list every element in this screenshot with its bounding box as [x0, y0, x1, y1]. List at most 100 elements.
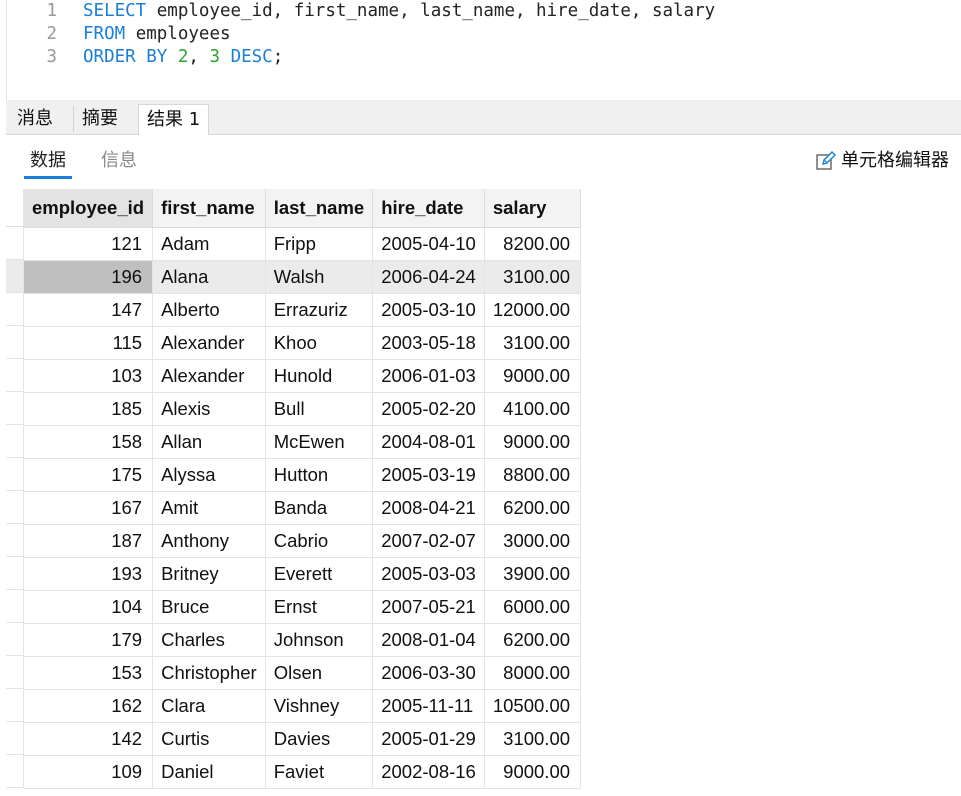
table-row[interactable]: 193 Britney Everett 2005-03-03 3900.00 [24, 557, 582, 591]
cell-employee-id[interactable]: 103 [24, 359, 154, 393]
sql-editor[interactable]: 1 SELECT employee_id, first_name, last_na… [0, 0, 961, 100]
cell-first-name[interactable]: Adam [152, 227, 266, 261]
table-row[interactable]: 109 Daniel Faviet 2002-08-16 9000.00 [24, 755, 582, 789]
cell-hire-date[interactable]: 2006-01-03 [372, 359, 485, 393]
cell-last-name[interactable]: Khoo [265, 326, 374, 360]
cell-employee-id[interactable]: 109 [24, 755, 154, 789]
cell-employee-id[interactable]: 179 [24, 623, 154, 657]
cell-salary[interactable]: 3000.00 [484, 524, 582, 558]
row-gutter-cell[interactable] [6, 227, 24, 260]
cell-salary[interactable]: 8800.00 [484, 458, 582, 492]
cell-salary[interactable]: 4100.00 [484, 392, 582, 426]
cell-employee-id[interactable]: 142 [24, 722, 154, 756]
cell-last-name[interactable]: Errazuriz [265, 293, 374, 327]
cell-last-name[interactable]: Hunold [265, 359, 374, 393]
row-gutter-cell[interactable] [6, 656, 24, 689]
table-row[interactable]: 158 Allan McEwen 2004-08-01 9000.00 [24, 425, 582, 459]
cell-salary[interactable]: 8000.00 [484, 656, 582, 690]
cell-last-name[interactable]: McEwen [265, 425, 374, 459]
cell-salary[interactable]: 9000.00 [484, 755, 582, 789]
cell-last-name[interactable]: Johnson [265, 623, 374, 657]
cell-last-name[interactable]: Vishney [265, 689, 374, 723]
cell-first-name[interactable]: Curtis [152, 722, 266, 756]
cell-hire-date[interactable]: 2005-01-29 [372, 722, 485, 756]
cell-employee-id[interactable]: 162 [24, 689, 154, 723]
row-gutter-cell[interactable] [6, 689, 24, 722]
cell-last-name[interactable]: Walsh [265, 260, 374, 294]
cell-hire-date[interactable]: 2004-08-01 [372, 425, 485, 459]
cell-last-name[interactable]: Ernst [265, 590, 374, 624]
row-gutter-cell[interactable] [6, 326, 24, 359]
subtab-info[interactable]: 信息 [101, 149, 137, 173]
cell-salary[interactable]: 12000.00 [484, 293, 582, 327]
cell-hire-date[interactable]: 2007-05-21 [372, 590, 485, 624]
cell-employee-id[interactable]: 147 [24, 293, 154, 327]
code-line[interactable]: 1 SELECT employee_id, first_name, last_na… [0, 0, 961, 23]
table-row[interactable]: 175 Alyssa Hutton 2005-03-19 8800.00 [24, 458, 582, 492]
table-row[interactable]: 167 Amit Banda 2008-04-21 6200.00 [24, 491, 582, 525]
cell-employee-id[interactable]: 121 [24, 227, 154, 261]
cell-last-name[interactable]: Hutton [265, 458, 374, 492]
table-row[interactable]: 185 Alexis Bull 2005-02-20 4100.00 [24, 392, 582, 426]
cell-salary[interactable]: 9000.00 [484, 359, 582, 393]
cell-employee-id[interactable]: 187 [24, 524, 154, 558]
code-line[interactable]: 2 FROM employees [0, 23, 961, 46]
cell-first-name[interactable]: Allan [152, 425, 266, 459]
cell-hire-date[interactable]: 2003-05-18 [372, 326, 485, 360]
cell-hire-date[interactable]: 2005-11-11 [372, 689, 485, 723]
subtab-data[interactable]: 数据 [30, 149, 66, 173]
cell-hire-date[interactable]: 2005-03-03 [372, 557, 485, 591]
cell-salary[interactable]: 9000.00 [484, 425, 582, 459]
cell-salary[interactable]: 3100.00 [484, 722, 582, 756]
cell-last-name[interactable]: Olsen [265, 656, 374, 690]
column-header-last-name[interactable]: last_name [265, 189, 374, 228]
cell-first-name[interactable]: Alexander [152, 359, 266, 393]
cell-hire-date[interactable]: 2005-03-10 [372, 293, 485, 327]
row-gutter-cell[interactable] [6, 458, 24, 491]
table-row[interactable]: 179 Charles Johnson 2008-01-04 6200.00 [24, 623, 582, 657]
cell-first-name[interactable]: Alana [152, 260, 266, 294]
cell-salary[interactable]: 10500.00 [484, 689, 582, 723]
code-line[interactable]: 3 ORDER BY 2, 3 DESC; [0, 46, 961, 69]
cell-first-name[interactable]: Alyssa [152, 458, 266, 492]
cell-first-name[interactable]: Amit [152, 491, 266, 525]
cell-first-name[interactable]: Clara [152, 689, 266, 723]
cell-first-name[interactable]: Daniel [152, 755, 266, 789]
cell-last-name[interactable]: Davies [265, 722, 374, 756]
cell-first-name[interactable]: Alexis [152, 392, 266, 426]
cell-employee-id[interactable]: 196 [24, 260, 154, 294]
cell-employee-id[interactable]: 193 [24, 557, 154, 591]
table-row[interactable]: 153 Christopher Olsen 2006-03-30 8000.00 [24, 656, 582, 690]
row-gutter-cell[interactable] [6, 590, 24, 623]
cell-last-name[interactable]: Banda [265, 491, 374, 525]
cell-salary[interactable]: 6200.00 [484, 491, 582, 525]
row-gutter-cell[interactable] [6, 722, 24, 755]
row-gutter-cell[interactable] [6, 524, 24, 557]
table-row[interactable]: 187 Anthony Cabrio 2007-02-07 3000.00 [24, 524, 582, 558]
cell-hire-date[interactable]: 2005-03-19 [372, 458, 485, 492]
cell-salary[interactable]: 8200.00 [484, 227, 582, 261]
cell-salary[interactable]: 3100.00 [484, 326, 582, 360]
table-row[interactable]: 142 Curtis Davies 2005-01-29 3100.00 [24, 722, 582, 756]
cell-first-name[interactable]: Anthony [152, 524, 266, 558]
tab-messages[interactable]: 消息 [9, 104, 61, 135]
cell-first-name[interactable]: Bruce [152, 590, 266, 624]
table-row[interactable]: 162 Clara Vishney 2005-11-11 10500.00 [24, 689, 582, 723]
row-gutter-cell[interactable] [6, 755, 24, 788]
cell-last-name[interactable]: Cabrio [265, 524, 374, 558]
column-header-salary[interactable]: salary [484, 189, 582, 228]
row-gutter-cell[interactable] [6, 359, 24, 392]
table-row[interactable]: 115 Alexander Khoo 2003-05-18 3100.00 [24, 326, 582, 360]
cell-employee-id[interactable]: 185 [24, 392, 154, 426]
cell-employee-id[interactable]: 153 [24, 656, 154, 690]
row-gutter-cell[interactable] [6, 425, 24, 458]
cell-first-name[interactable]: Alberto [152, 293, 266, 327]
row-gutter-cell[interactable] [6, 260, 24, 293]
cell-salary[interactable]: 6200.00 [484, 623, 582, 657]
cell-employee-id[interactable]: 175 [24, 458, 154, 492]
cell-last-name[interactable]: Everett [265, 557, 374, 591]
cell-salary[interactable]: 6000.00 [484, 590, 582, 624]
cell-hire-date[interactable]: 2002-08-16 [372, 755, 485, 789]
cell-hire-date[interactable]: 2007-02-07 [372, 524, 485, 558]
cell-hire-date[interactable]: 2005-04-10 [372, 227, 485, 261]
